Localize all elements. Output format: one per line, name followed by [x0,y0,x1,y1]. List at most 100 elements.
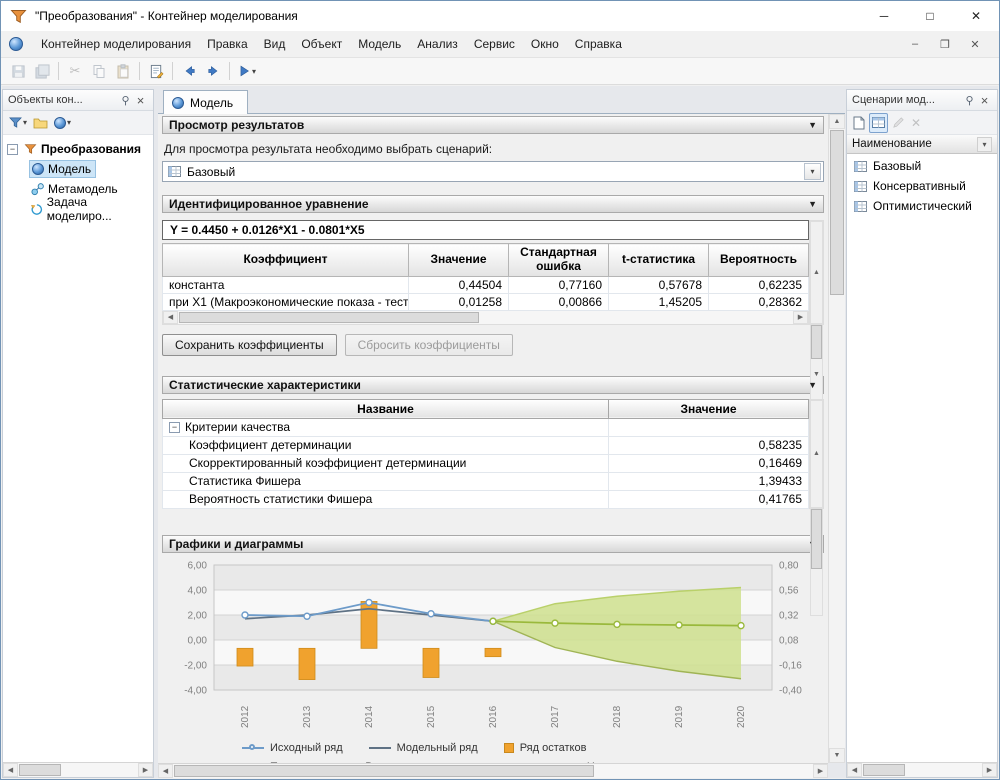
stat-value-cell[interactable]: 0,41765 [609,490,809,508]
mdi-restore-button[interactable]: ❐ [937,38,953,51]
scenario-item-base[interactable]: Базовый [847,156,997,176]
tree-item-modeling-task[interactable]: Задача моделиро... [5,199,151,219]
table-row[interactable]: Статистика Фишера 1,39433 [163,472,809,490]
scroll-right-button[interactable]: ▶ [138,763,153,777]
probability-cell[interactable]: 0,62235 [709,276,809,293]
scenarios-column-header[interactable]: Наименование ▾ [847,135,997,154]
column-header[interactable]: Коэффициент [163,244,409,277]
menu-object[interactable]: Объект [293,33,350,55]
t-stat-cell[interactable]: 1,45205 [609,293,709,310]
table-row[interactable]: Вероятность статистики Фишера 0,41765 [163,490,809,508]
column-header[interactable]: Вероятность [709,244,809,277]
menu-container[interactable]: Контейнер моделирования [33,33,199,55]
menu-view[interactable]: Вид [256,33,294,55]
coefficients-hscrollbar[interactable]: ◀ ▶ [162,311,809,325]
mdi-minimize-button[interactable]: ‒ [907,38,923,51]
equation-section-header[interactable]: Идентифицированное уравнение ▼ [162,195,824,213]
objects-panel-hscrollbar[interactable]: ◀ ▶ [3,762,153,777]
scroll-thumb[interactable] [19,764,61,776]
save-all-button[interactable] [30,60,54,83]
coefficient-name-cell[interactable]: при X1 (Макроэкономические показа - тест… [163,293,409,310]
table-row[interactable]: константа 0,44504 0,77160 0,57678 0,6223… [163,276,809,293]
stat-name-cell[interactable]: Статистика Фишера [163,472,609,490]
column-header[interactable]: Название [163,399,609,418]
maximize-button[interactable]: □ [907,1,953,31]
scroll-up-button[interactable]: ▲ [829,114,845,129]
pin-icon[interactable]: ⚲ [118,94,133,107]
filter-button[interactable]: ▾ [7,113,29,133]
back-button[interactable] [177,60,201,83]
coefficient-name-cell[interactable]: константа [163,276,409,293]
stat-name-cell[interactable]: Скорректированный коэффициент детерминац… [163,454,609,472]
scroll-down-button[interactable]: ▼ [829,748,845,763]
scroll-up-button[interactable]: ▲ [810,400,823,508]
folder-view-button[interactable] [31,113,50,133]
table-row[interactable]: Скорректированный коэффициент детерминац… [163,454,809,472]
collapse-icon[interactable]: ▼ [808,120,817,130]
column-header[interactable]: t-статистика [609,244,709,277]
t-stat-cell[interactable]: 0,57678 [609,276,709,293]
content-hscrollbar[interactable]: ◀ ▶ [158,763,828,778]
forward-button[interactable] [201,60,225,83]
stat-name-cell[interactable]: Коэффициент детерминации [163,436,609,454]
scroll-thumb[interactable] [830,130,844,295]
save-button[interactable] [6,60,30,83]
scroll-up-button[interactable]: ▲ [810,221,823,324]
panel-close-icon[interactable]: × [133,94,148,107]
scroll-track[interactable] [173,764,813,778]
minimize-button[interactable]: ─ [861,1,907,31]
column-header[interactable]: Стандартная ошибка [509,244,609,277]
scroll-left-button[interactable]: ◀ [847,763,862,777]
scroll-right-button[interactable]: ▶ [982,763,997,777]
combobox-dropdown-icon[interactable]: ▾ [804,163,821,180]
delete-scenario-button[interactable]: ✕ [909,113,923,133]
statistics-section-header[interactable]: Статистические характеристики ▼ [162,376,824,394]
object-view-button[interactable]: ▾ [52,113,73,133]
table-row[interactable]: при X1 (Макроэкономические показа - тест… [163,293,809,310]
reset-coefficients-button[interactable]: Сбросить коэффициенты [345,334,513,356]
new-scenario-button[interactable] [851,113,867,133]
paste-button[interactable] [111,60,135,83]
scroll-left-button[interactable]: ◀ [163,311,178,324]
content-vscrollbar[interactable]: ▲ ▼ [828,114,845,763]
menu-window[interactable]: Окно [523,33,567,55]
edit-scenario-button[interactable] [890,113,907,133]
group-cell[interactable]: − Критерии качества [163,418,609,436]
column-header[interactable]: Значение [409,244,509,277]
empty-cell[interactable] [609,418,809,436]
scroll-thumb[interactable] [811,325,822,359]
tree-root-row[interactable]: − Преобразования [5,139,151,159]
scenario-item-optimistic[interactable]: Оптимистический [847,196,997,216]
column-header[interactable]: Значение [609,399,809,418]
collapse-expander-icon[interactable]: − [7,144,18,155]
pin-icon[interactable]: ⚲ [962,94,977,107]
std-error-cell[interactable]: 0,00866 [509,293,609,310]
scroll-thumb[interactable] [179,312,479,323]
stat-value-cell[interactable]: 0,58235 [609,436,809,454]
view-dropdown-icon[interactable]: ▾ [67,118,71,127]
scroll-track[interactable] [18,763,138,777]
value-cell[interactable]: 0,01258 [409,293,509,310]
coefficients-vscrollbar[interactable]: ▲ ▼ [809,220,824,325]
close-button[interactable]: ✕ [953,1,999,31]
scenario-item-conservative[interactable]: Консервативный [847,176,997,196]
scenario-list-view-button[interactable] [869,113,888,133]
scroll-left-button[interactable]: ◀ [3,763,18,777]
menu-service[interactable]: Сервис [466,33,523,55]
column-filter-dropdown[interactable]: ▾ [977,137,992,152]
equation-box[interactable]: Y = 0.4450 + 0.0126*X1 - 0.0801*X5 [162,220,809,240]
menu-help[interactable]: Справка [567,33,630,55]
panel-close-icon[interactable]: × [977,94,992,107]
collapse-icon[interactable]: ▼ [808,380,817,390]
results-section-header[interactable]: Просмотр результатов ▼ [162,116,824,134]
cut-button[interactable]: ✂ [63,60,87,83]
mdi-close-button[interactable]: ✕ [967,38,983,51]
scroll-track[interactable] [862,763,982,777]
app-orb-icon[interactable] [9,37,23,51]
scenario-combobox[interactable]: Базовый ▾ [162,161,824,182]
collapse-expander-icon[interactable]: − [169,422,180,433]
tab-model[interactable]: Модель [163,90,248,114]
collapse-icon[interactable]: ▼ [808,199,817,209]
probability-cell[interactable]: 0,28362 [709,293,809,310]
run-dropdown-icon[interactable]: ▾ [252,67,256,76]
